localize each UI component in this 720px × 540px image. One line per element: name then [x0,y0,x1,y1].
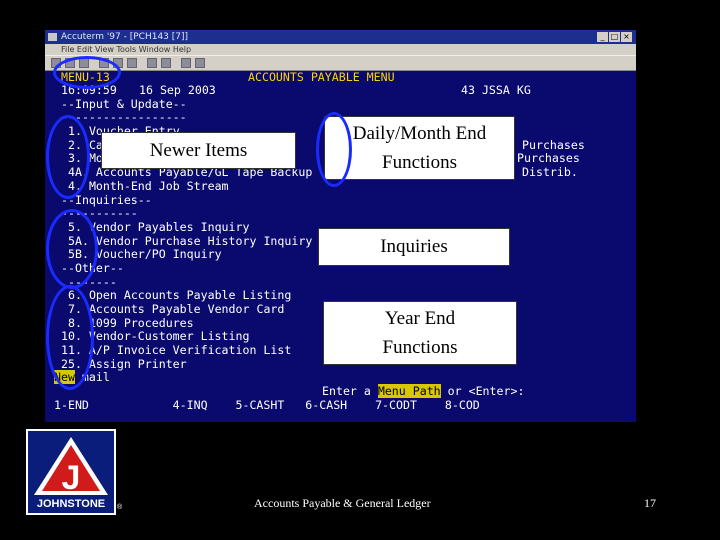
prompt-tail: or <Enter>: [440,384,525,398]
find-icon[interactable] [161,58,171,68]
highlight-oval [46,209,98,289]
settings-icon[interactable] [181,58,191,68]
close-button[interactable]: × [621,32,632,42]
highlight-oval [316,112,352,187]
callout-newer-items: Newer Items [101,132,296,169]
paste-icon[interactable] [127,58,137,68]
logo-text: JOHNSTONE [37,498,105,510]
function-keys[interactable]: 1-END 4-INQ 5-CASHT 6-CASH 7-CODT 8-COD [54,399,480,412]
callout-daily-month-end: Daily/Month End Functions [324,116,515,180]
help-icon[interactable] [195,58,205,68]
menu-item[interactable]: 7. Accounts Payable Vendor Card [68,303,284,316]
window-titlebar: Accuterm '97 - [PCH143 [7]] _ □ × [45,30,636,44]
callout-inquiries: Inquiries [318,228,510,266]
minimize-button[interactable]: _ [597,32,608,42]
maximize-button[interactable]: □ [609,32,620,42]
menu-item-right[interactable]: Distrib. [522,166,578,179]
callout-daily-line2: Functions [382,152,457,173]
clock-date: 16 Sep 2003 [139,83,216,97]
menu-bar[interactable]: File Edit View Tools Window Help [45,44,636,55]
menu-item-right[interactable]: Purchases [517,152,580,165]
callout-year-line2: Functions [382,337,458,358]
prompt-highlight: Menu Path [377,384,441,398]
app-icon [48,33,57,41]
highlight-oval [53,56,121,89]
menu-item[interactable]: 6. Open Accounts Payable Listing [68,289,291,302]
print-icon[interactable] [147,58,157,68]
toolbar [45,55,636,71]
page-number: 17 [644,496,656,510]
callout-daily-line1: Daily/Month End [352,123,487,144]
menu-path-prompt: Enter a Menu Path or <Enter>: [322,384,525,398]
prompt-label: Enter a [322,384,378,398]
window-title: Accuterm '97 - [PCH143 [7]] [61,32,189,42]
menu-title: ACCOUNTS PAYABLE MENU [248,70,395,84]
menu-item[interactable]: 4. Month-End Job Stream [68,180,229,193]
callout-year-line1: Year End [384,308,456,329]
footer-text: Accounts Payable & General Ledger [254,496,431,510]
highlight-oval [46,115,90,199]
johnstone-logo: J JOHNSTONE [26,429,116,515]
registered-mark: ® [117,504,123,511]
callout-year-end: Year End Functions [323,301,517,365]
logo-letter: J [62,459,81,497]
user-info: 43 JSSA KG [461,83,531,97]
logo-triangle-icon: J JOHNSTONE [34,437,108,510]
highlight-oval [46,285,94,390]
menu-item[interactable]: 11. A/P Invoice Verification List [61,344,291,357]
